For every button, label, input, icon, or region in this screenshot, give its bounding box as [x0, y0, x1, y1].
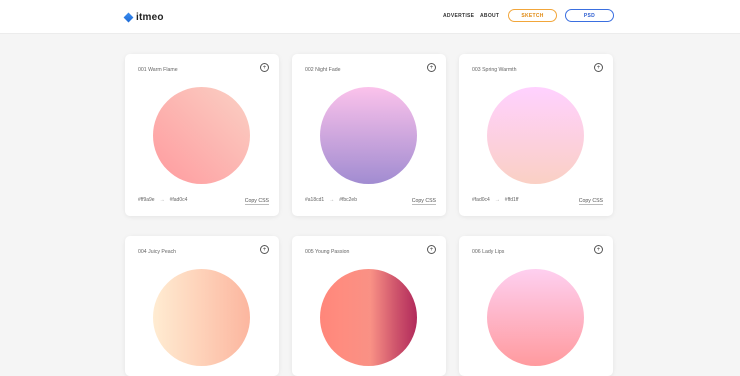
sketch-download-button[interactable]: SKETCH [508, 9, 557, 22]
nav-advertise-link[interactable]: ADVERTISE [443, 13, 474, 19]
gradient-preview-circle[interactable] [320, 269, 417, 366]
gradient-start-hex[interactable]: #fad0c4 [472, 197, 490, 203]
gradient-card-lady-lips[interactable]: 006 Lady Lips + [459, 236, 613, 376]
copy-css-button[interactable]: Copy CSS [244, 198, 269, 205]
arrow-right-icon: → [329, 197, 335, 203]
card-title: 003 Spring Warmth [472, 67, 517, 73]
gradient-end-hex[interactable]: #fad0c4 [170, 197, 188, 203]
nav-about-link[interactable]: ABOUT [480, 13, 499, 19]
plus-circle-icon[interactable]: + [260, 63, 269, 72]
card-title: 001 Warm Flame [138, 67, 178, 73]
gradient-card-night-fade[interactable]: 002 Night Fade + #a18cd1 → #fbc2eb Copy … [292, 54, 446, 216]
color-stops: #fad0c4 → #ffd1ff [472, 197, 519, 203]
gradient-preview-circle[interactable] [487, 87, 584, 184]
arrow-right-icon: → [494, 197, 500, 203]
gradient-end-hex[interactable]: #fbc2eb [339, 197, 357, 203]
gradient-preview-circle[interactable] [320, 87, 417, 184]
plus-circle-icon[interactable]: + [427, 245, 436, 254]
gradient-start-hex[interactable]: #a18cd1 [305, 197, 324, 203]
gradient-card-juicy-peach[interactable]: 004 Juicy Peach + [125, 236, 279, 376]
card-title: 004 Juicy Peach [138, 249, 177, 255]
gradient-preview-circle[interactable] [153, 269, 250, 366]
gradient-preview-circle[interactable] [487, 269, 584, 366]
logo-diamond-icon [123, 12, 134, 22]
psd-download-button[interactable]: PSD [565, 9, 614, 22]
color-stops: #a18cd1 → #fbc2eb [305, 197, 357, 203]
gradient-end-hex[interactable]: #ffd1ff [505, 197, 519, 203]
plus-circle-icon[interactable]: + [260, 245, 269, 254]
card-title: 006 Lady Lips [472, 249, 505, 255]
card-title: 002 Night Fade [305, 67, 341, 73]
logo-text: itmeo [136, 11, 164, 23]
plus-circle-icon[interactable]: + [427, 63, 436, 72]
copy-css-button[interactable]: Copy CSS [578, 198, 603, 205]
gradient-card-young-passion[interactable]: 005 Young Passion + [292, 236, 446, 376]
gradient-card-spring-warmth[interactable]: 003 Spring Warmth + #fad0c4 → #ffd1ff Co… [459, 54, 613, 216]
copy-css-button[interactable]: Copy CSS [411, 198, 436, 205]
gradient-preview-circle[interactable] [153, 87, 250, 184]
gradient-card-warm-flame[interactable]: 001 Warm Flame + #ff9a9e → #fad0c4 Copy … [125, 54, 279, 216]
top-navigation-bar: itmeo ADVERTISE ABOUT SKETCH PSD [0, 0, 740, 34]
arrow-right-icon: → [159, 197, 165, 203]
plus-circle-icon[interactable]: + [594, 63, 603, 72]
gradient-start-hex[interactable]: #ff9a9e [138, 197, 155, 203]
color-stops: #ff9a9e → #fad0c4 [138, 197, 187, 203]
plus-circle-icon[interactable]: + [594, 245, 603, 254]
logo[interactable]: itmeo [123, 10, 164, 24]
card-title: 005 Young Passion [305, 249, 350, 255]
